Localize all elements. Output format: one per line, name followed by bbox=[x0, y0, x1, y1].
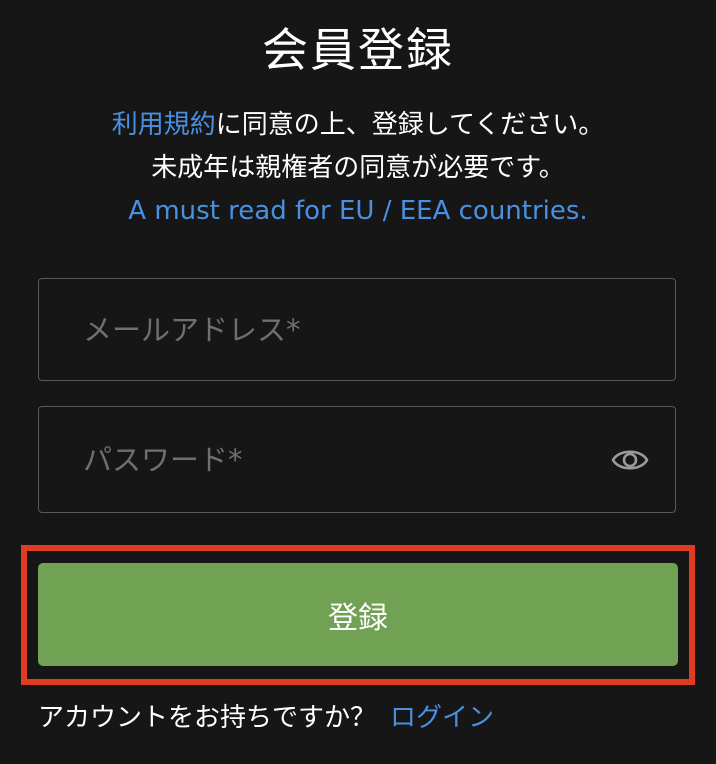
email-input[interactable] bbox=[83, 279, 583, 380]
eye-icon[interactable] bbox=[611, 444, 649, 476]
login-prompt: アカウントをお持ちですか？ ログイン bbox=[38, 698, 494, 738]
login-link[interactable]: ログイン bbox=[390, 703, 494, 733]
register-button[interactable]: 登録 bbox=[38, 563, 678, 666]
intro-line-2: 未成年は親権者の同意が必要です。 bbox=[151, 153, 565, 183]
email-field-container bbox=[38, 278, 676, 381]
intro-line-1-text: に同意の上、登録してください。 bbox=[215, 110, 605, 140]
password-field-container bbox=[38, 406, 676, 513]
intro-text: 利用規約に同意の上、登録してください。 未成年は親権者の同意が必要です。 A m… bbox=[0, 104, 716, 233]
eu-eea-link[interactable]: A must read for EU / EEA countries. bbox=[0, 190, 716, 233]
password-input[interactable] bbox=[83, 407, 583, 512]
register-button-label: 登録 bbox=[328, 600, 388, 636]
page-title: 会員登録 bbox=[262, 23, 454, 77]
login-prompt-text: アカウントをお持ちですか？ bbox=[38, 703, 377, 733]
terms-link[interactable]: 利用規約 bbox=[112, 110, 216, 140]
intro-line-1: 利用規約に同意の上、登録してください。 bbox=[0, 104, 716, 147]
